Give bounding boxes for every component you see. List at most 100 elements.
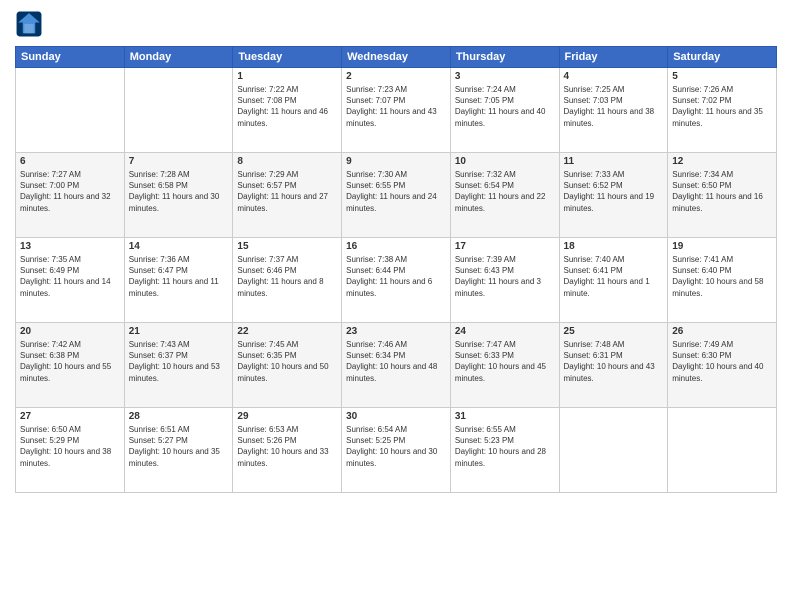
weekday-row: SundayMondayTuesdayWednesdayThursdayFrid…	[16, 47, 777, 68]
weekday-header: Sunday	[16, 47, 125, 68]
day-info: Sunrise: 7:29 AMSunset: 6:57 PMDaylight:…	[237, 169, 337, 214]
calendar-cell: 12 Sunrise: 7:34 AMSunset: 6:50 PMDayligh…	[668, 153, 777, 238]
calendar-cell: 15Sunrise: 7:37 AMSunset: 6:46 PMDayligh…	[233, 238, 342, 323]
calendar-cell: 4 Sunrise: 7:25 AMSunset: 7:03 PMDaylight…	[559, 68, 668, 153]
day-info: Sunrise: 7:47 AMSunset: 6:33 PMDaylight:…	[455, 339, 555, 384]
logo	[15, 10, 47, 38]
day-number: 18	[564, 241, 664, 252]
day-number: 16	[346, 241, 446, 252]
day-info: Sunrise: 7:46 AMSunset: 6:34 PMDaylight:…	[346, 339, 446, 384]
calendar-week-row: 6 Sunrise: 7:27 AMSunset: 7:00 PMDaylight…	[16, 153, 777, 238]
day-number: 6	[20, 156, 120, 167]
day-number: 28	[129, 411, 229, 422]
calendar-cell: 19 Sunrise: 7:41 AMSunset: 6:40 PMDayligh…	[668, 238, 777, 323]
calendar-cell: 3Sunrise: 7:24 AMSunset: 7:05 PMDaylight…	[450, 68, 559, 153]
calendar-week-row: 20Sunrise: 7:42 AMSunset: 6:38 PMDayligh…	[16, 323, 777, 408]
calendar-cell: 8 Sunrise: 7:29 AMSunset: 6:57 PMDaylight…	[233, 153, 342, 238]
day-number: 7	[129, 156, 229, 167]
day-info: Sunrise: 7:27 AMSunset: 7:00 PMDaylight:…	[20, 169, 120, 214]
calendar-cell: 23 Sunrise: 7:46 AMSunset: 6:34 PMDayligh…	[342, 323, 451, 408]
day-info: Sunrise: 7:37 AMSunset: 6:46 PMDaylight:…	[237, 254, 337, 299]
day-info: Sunrise: 7:41 AMSunset: 6:40 PMDaylight:…	[672, 254, 772, 299]
calendar-cell: 5 Sunrise: 7:26 AMSunset: 7:02 PMDaylight…	[668, 68, 777, 153]
calendar-cell: 31 Sunrise: 6:55 AMSunset: 5:23 PMDayligh…	[450, 408, 559, 493]
day-number: 8	[237, 156, 337, 167]
day-info: Sunrise: 7:28 AMSunset: 6:58 PMDaylight:…	[129, 169, 229, 214]
calendar-cell: 24 Sunrise: 7:47 AMSunset: 6:33 PMDayligh…	[450, 323, 559, 408]
day-number: 13	[20, 241, 120, 252]
day-number: 14	[129, 241, 229, 252]
calendar-cell: 16 Sunrise: 7:38 AMSunset: 6:44 PMDayligh…	[342, 238, 451, 323]
calendar-cell: 27 Sunrise: 6:50 AMSunset: 5:29 PMDayligh…	[16, 408, 125, 493]
day-info: Sunrise: 7:30 AMSunset: 6:55 PMDaylight:…	[346, 169, 446, 214]
calendar-cell: 22Sunrise: 7:45 AMSunset: 6:35 PMDayligh…	[233, 323, 342, 408]
day-number: 26	[672, 326, 772, 337]
day-number: 2	[346, 71, 446, 82]
calendar-cell: 20Sunrise: 7:42 AMSunset: 6:38 PMDayligh…	[16, 323, 125, 408]
day-number: 4	[564, 71, 664, 82]
weekday-header: Friday	[559, 47, 668, 68]
calendar-cell: 14Sunrise: 7:36 AMSunset: 6:47 PMDayligh…	[124, 238, 233, 323]
calendar-cell: 17 Sunrise: 7:39 AMSunset: 6:43 PMDayligh…	[450, 238, 559, 323]
day-number: 23	[346, 326, 446, 337]
calendar-cell: 9 Sunrise: 7:30 AMSunset: 6:55 PMDaylight…	[342, 153, 451, 238]
page: SundayMondayTuesdayWednesdayThursdayFrid…	[0, 0, 792, 612]
calendar-header: SundayMondayTuesdayWednesdayThursdayFrid…	[16, 47, 777, 68]
day-info: Sunrise: 7:38 AMSunset: 6:44 PMDaylight:…	[346, 254, 446, 299]
weekday-header: Monday	[124, 47, 233, 68]
day-info: Sunrise: 7:40 AMSunset: 6:41 PMDaylight:…	[564, 254, 664, 299]
calendar-cell: 21 Sunrise: 7:43 AMSunset: 6:37 PMDayligh…	[124, 323, 233, 408]
day-info: Sunrise: 7:23 AMSunset: 7:07 PMDaylight:…	[346, 84, 446, 129]
day-number: 12	[672, 156, 772, 167]
day-info: Sunrise: 6:50 AMSunset: 5:29 PMDaylight:…	[20, 424, 120, 469]
day-info: Sunrise: 7:48 AMSunset: 6:31 PMDaylight:…	[564, 339, 664, 384]
day-info: Sunrise: 7:22 AMSunset: 7:08 PMDaylight:…	[237, 84, 337, 129]
day-info: Sunrise: 6:55 AMSunset: 5:23 PMDaylight:…	[455, 424, 555, 469]
calendar-week-row: 1 Sunrise: 7:22 AMSunset: 7:08 PMDaylight…	[16, 68, 777, 153]
day-info: Sunrise: 7:33 AMSunset: 6:52 PMDaylight:…	[564, 169, 664, 214]
day-info: Sunrise: 7:45 AMSunset: 6:35 PMDaylight:…	[237, 339, 337, 384]
day-number: 19	[672, 241, 772, 252]
day-info: Sunrise: 7:25 AMSunset: 7:03 PMDaylight:…	[564, 84, 664, 129]
day-info: Sunrise: 6:53 AMSunset: 5:26 PMDaylight:…	[237, 424, 337, 469]
day-number: 5	[672, 71, 772, 82]
calendar-cell: 1 Sunrise: 7:22 AMSunset: 7:08 PMDaylight…	[233, 68, 342, 153]
day-number: 24	[455, 326, 555, 337]
calendar-cell: 26 Sunrise: 7:49 AMSunset: 6:30 PMDayligh…	[668, 323, 777, 408]
day-number: 30	[346, 411, 446, 422]
day-info: Sunrise: 7:34 AMSunset: 6:50 PMDaylight:…	[672, 169, 772, 214]
calendar-cell: 18 Sunrise: 7:40 AMSunset: 6:41 PMDayligh…	[559, 238, 668, 323]
calendar-cell: 28 Sunrise: 6:51 AMSunset: 5:27 PMDayligh…	[124, 408, 233, 493]
calendar-cell	[16, 68, 125, 153]
calendar-cell: 25 Sunrise: 7:48 AMSunset: 6:31 PMDayligh…	[559, 323, 668, 408]
day-number: 31	[455, 411, 555, 422]
day-number: 21	[129, 326, 229, 337]
weekday-header: Tuesday	[233, 47, 342, 68]
weekday-header: Saturday	[668, 47, 777, 68]
calendar-week-row: 13Sunrise: 7:35 AMSunset: 6:49 PMDayligh…	[16, 238, 777, 323]
calendar-cell: 13Sunrise: 7:35 AMSunset: 6:49 PMDayligh…	[16, 238, 125, 323]
day-info: Sunrise: 7:26 AMSunset: 7:02 PMDaylight:…	[672, 84, 772, 129]
day-number: 17	[455, 241, 555, 252]
day-number: 25	[564, 326, 664, 337]
calendar-cell: 11Sunrise: 7:33 AMSunset: 6:52 PMDayligh…	[559, 153, 668, 238]
day-number: 10	[455, 156, 555, 167]
calendar-cell: 6 Sunrise: 7:27 AMSunset: 7:00 PMDaylight…	[16, 153, 125, 238]
day-number: 29	[237, 411, 337, 422]
day-info: Sunrise: 6:51 AMSunset: 5:27 PMDaylight:…	[129, 424, 229, 469]
calendar-cell: 30Sunrise: 6:54 AMSunset: 5:25 PMDayligh…	[342, 408, 451, 493]
day-number: 1	[237, 71, 337, 82]
day-number: 27	[20, 411, 120, 422]
calendar: SundayMondayTuesdayWednesdayThursdayFrid…	[15, 46, 777, 493]
day-number: 9	[346, 156, 446, 167]
calendar-body: 1 Sunrise: 7:22 AMSunset: 7:08 PMDaylight…	[16, 68, 777, 493]
day-info: Sunrise: 7:43 AMSunset: 6:37 PMDaylight:…	[129, 339, 229, 384]
header	[15, 10, 777, 38]
day-info: Sunrise: 7:32 AMSunset: 6:54 PMDaylight:…	[455, 169, 555, 214]
calendar-cell: 29 Sunrise: 6:53 AMSunset: 5:26 PMDayligh…	[233, 408, 342, 493]
weekday-header: Wednesday	[342, 47, 451, 68]
day-info: Sunrise: 7:39 AMSunset: 6:43 PMDaylight:…	[455, 254, 555, 299]
day-info: Sunrise: 7:49 AMSunset: 6:30 PMDaylight:…	[672, 339, 772, 384]
calendar-week-row: 27 Sunrise: 6:50 AMSunset: 5:29 PMDayligh…	[16, 408, 777, 493]
day-number: 3	[455, 71, 555, 82]
